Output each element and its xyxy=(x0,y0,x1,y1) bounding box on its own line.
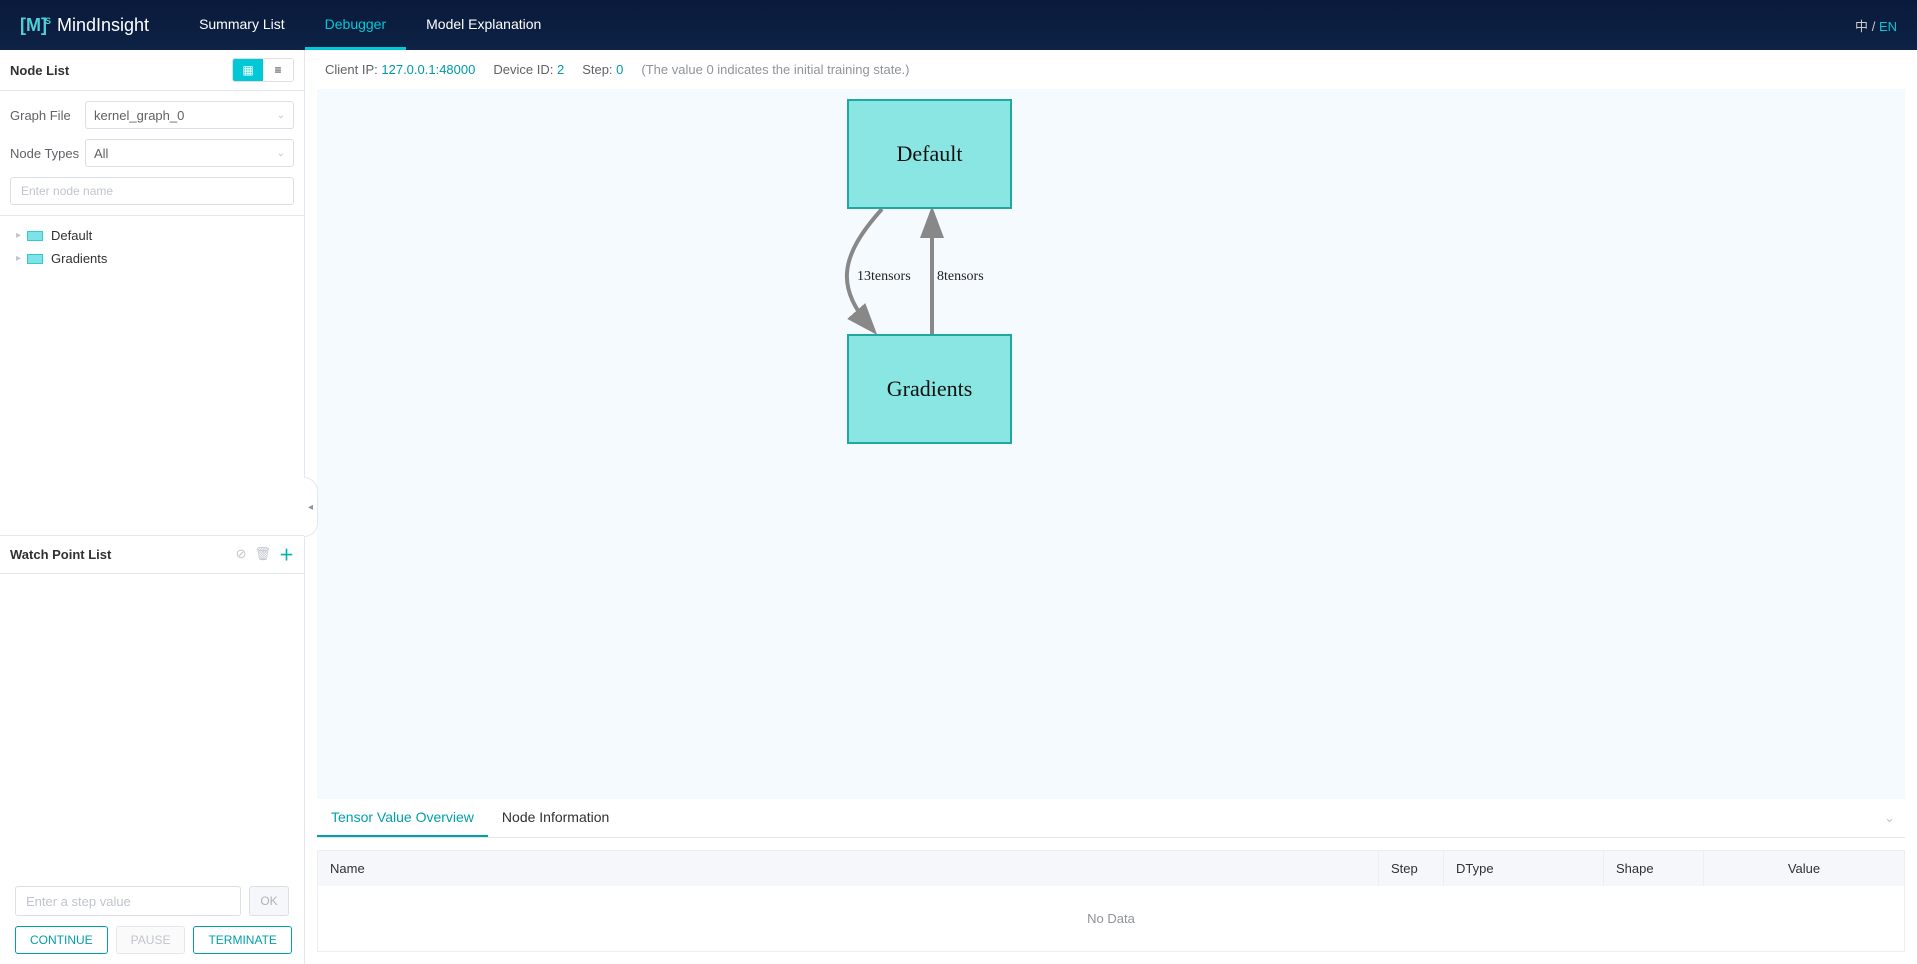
logo-icon: [M]S xyxy=(20,15,51,36)
continue-button[interactable]: CONTINUE xyxy=(15,926,108,954)
step-input[interactable] xyxy=(15,886,241,916)
lang-sep: / xyxy=(1872,19,1876,34)
edge-label-left: 13tensors xyxy=(857,269,911,285)
table-header: Name Step DType Shape Value xyxy=(318,851,1904,886)
graph-file-label: Graph File xyxy=(10,108,85,123)
bottom-tabs: Tensor Value Overview Node Information ⌄ xyxy=(317,799,1905,838)
chevron-left-icon: ◂ xyxy=(308,502,313,513)
language-switch: 中 / EN xyxy=(1855,16,1897,35)
step-note: (The value 0 indicates the initial train… xyxy=(641,62,909,77)
logo-text: MindInsight xyxy=(57,15,149,36)
caret-right-icon: ▸ xyxy=(16,253,21,264)
nodelist-title: Node List xyxy=(10,63,69,78)
caret-right-icon: ▸ xyxy=(16,230,21,241)
step-value: 0 xyxy=(616,62,623,77)
sidebar: Node List ▦ ≡ Graph File kernel_graph_0 … xyxy=(0,50,305,964)
nav-summary-list[interactable]: Summary List xyxy=(179,0,305,50)
pause-button[interactable]: PAUSE xyxy=(116,926,186,954)
col-dtype: DType xyxy=(1444,851,1604,886)
chevron-down-icon: ⌄ xyxy=(277,148,285,159)
content: ◂ Client IP: 127.0.0.1:48000 Device ID: … xyxy=(305,50,1917,964)
check-icon[interactable]: ⊘ xyxy=(236,546,247,562)
tree-item-gradients[interactable]: ▸ Gradients xyxy=(10,247,294,270)
watchlist-header: Watch Point List ⊘ 🗑 ＋ xyxy=(0,535,304,574)
node-types-label: Node Types xyxy=(10,146,85,161)
view-grid-button[interactable]: ▦ xyxy=(233,59,263,81)
col-step: Step xyxy=(1379,851,1444,886)
graph-node-default[interactable]: Default xyxy=(847,99,1012,209)
nav-model-explanation[interactable]: Model Explanation xyxy=(406,0,561,50)
lang-en[interactable]: EN xyxy=(1879,19,1897,34)
step-label: Step: xyxy=(582,62,612,77)
app-header: [M]S MindInsight Summary List Debugger M… xyxy=(0,0,1917,50)
device-id-label: Device ID: xyxy=(493,62,553,77)
tab-node-information[interactable]: Node Information xyxy=(488,799,623,837)
client-ip-label: Client IP: xyxy=(325,62,378,77)
tab-tensor-overview[interactable]: Tensor Value Overview xyxy=(317,799,488,837)
tensor-table: Name Step DType Shape Value No Data xyxy=(317,850,1905,952)
collapse-panel-icon[interactable]: ⌄ xyxy=(1884,810,1895,826)
trash-icon[interactable]: 🗑 xyxy=(254,546,271,562)
graph-node-gradients[interactable]: Gradients xyxy=(847,334,1012,444)
node-tree: ▸ Default ▸ Gradients xyxy=(0,216,304,535)
col-shape: Shape xyxy=(1604,851,1704,886)
terminate-button[interactable]: TERMINATE xyxy=(193,926,291,954)
grid-icon: ▦ xyxy=(242,63,253,77)
add-icon[interactable]: ＋ xyxy=(279,544,294,565)
graph-file-select[interactable]: kernel_graph_0 ⌄ xyxy=(85,101,294,129)
list-icon: ≡ xyxy=(274,63,281,77)
tree-item-default[interactable]: ▸ Default xyxy=(10,224,294,247)
main-nav: Summary List Debugger Model Explanation xyxy=(179,0,561,50)
table-no-data: No Data xyxy=(318,886,1904,951)
graph-canvas[interactable]: Default Gradients 13tensors 8tensors xyxy=(317,89,1905,799)
nodelist-header: Node List ▦ ≡ xyxy=(0,50,304,91)
collapse-sidebar-handle[interactable]: ◂ xyxy=(304,477,318,537)
view-toggle: ▦ ≡ xyxy=(232,58,294,82)
nav-debugger[interactable]: Debugger xyxy=(305,0,407,50)
bottom-controls: OK CONTINUE PAUSE TERMINATE xyxy=(0,876,304,964)
client-ip-value: 127.0.0.1:48000 xyxy=(381,62,475,77)
ok-button[interactable]: OK xyxy=(249,886,289,916)
watchlist-title: Watch Point List xyxy=(10,547,111,562)
watchlist-body xyxy=(0,574,304,877)
node-types-select[interactable]: All ⌄ xyxy=(85,139,294,167)
node-search-input[interactable] xyxy=(10,177,294,205)
col-name: Name xyxy=(318,851,1379,886)
lang-zh[interactable]: 中 xyxy=(1855,19,1868,34)
node-box-icon xyxy=(27,254,43,264)
graph-edges xyxy=(317,89,1905,799)
logo[interactable]: [M]S MindInsight xyxy=(20,15,149,36)
filters: Graph File kernel_graph_0 ⌄ Node Types A… xyxy=(0,91,304,216)
view-list-button[interactable]: ≡ xyxy=(263,59,293,81)
device-id-value: 2 xyxy=(557,62,564,77)
chevron-down-icon: ⌄ xyxy=(277,110,285,121)
col-value: Value xyxy=(1704,851,1904,886)
edge-label-right: 8tensors xyxy=(937,269,984,285)
info-bar: Client IP: 127.0.0.1:48000 Device ID: 2 … xyxy=(305,50,1917,89)
node-box-icon xyxy=(27,231,43,241)
